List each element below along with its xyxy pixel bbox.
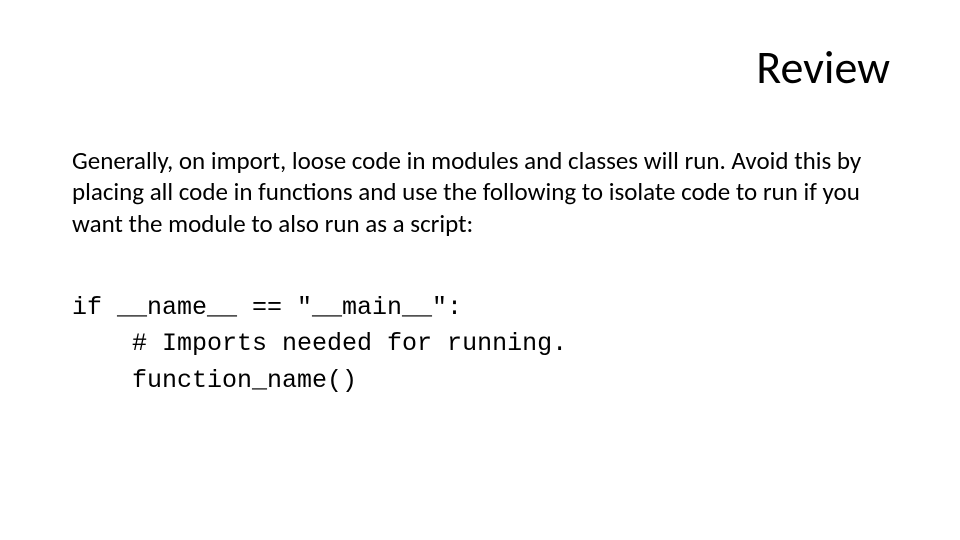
slide-paragraph: Generally, on import, loose code in modu… [72, 145, 888, 239]
slide-title: Review [756, 40, 890, 96]
slide: Review Generally, on import, loose code … [0, 0, 960, 540]
code-block: if __name__ == "__main__": # Imports nee… [72, 290, 888, 399]
